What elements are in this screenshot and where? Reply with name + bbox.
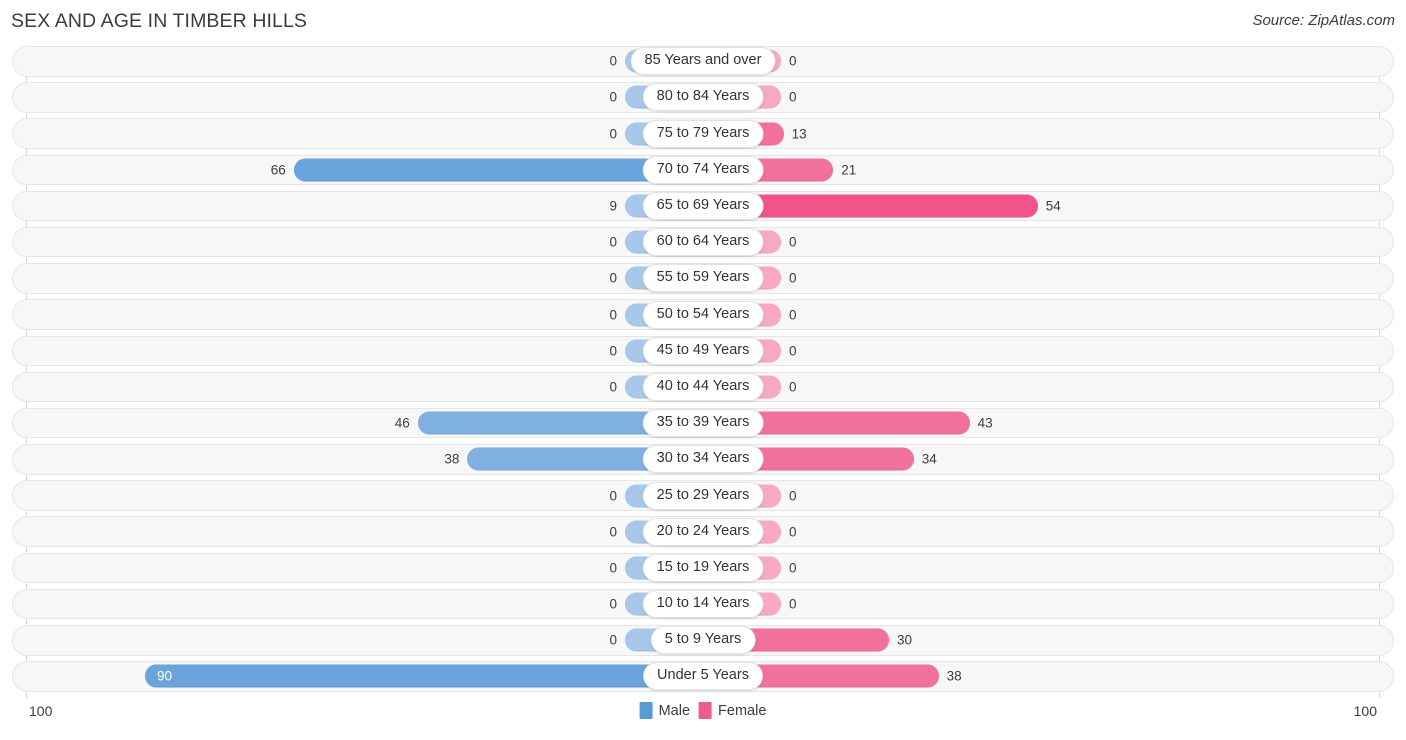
- age-group-label: Under 5 Years: [643, 662, 763, 691]
- male-value-label: 0: [609, 343, 617, 358]
- axis-tick-left: 100: [29, 703, 53, 719]
- table-row[interactable]: 0 0 50 to 54 Years: [12, 299, 1394, 330]
- male-bar[interactable]: [293, 158, 703, 182]
- chart-header: SEX AND AGE IN TIMBER HILLS Source: ZipA…: [0, 0, 1406, 46]
- page-title: SEX AND AGE IN TIMBER HILLS: [11, 10, 308, 32]
- age-group-label: 30 to 34 Years: [642, 445, 764, 474]
- male-value-label: 0: [609, 487, 617, 503]
- female-value-label: 34: [921, 451, 937, 467]
- chart-footer: 100 100 Male Female: [12, 698, 1394, 732]
- table-row[interactable]: 0 0 40 to 44 Years: [12, 371, 1394, 403]
- table-row[interactable]: 0 0 20 to 24 Years: [12, 516, 1394, 547]
- male-value-label: 0: [609, 53, 617, 69]
- male-value-label: 0: [609, 306, 617, 322]
- female-value-label: 0: [789, 596, 797, 612]
- table-row[interactable]: 46 43 35 to 39 Years: [12, 407, 1394, 439]
- table-row[interactable]: 0 30 5 to 9 Years: [12, 625, 1394, 656]
- table-row[interactable]: 0 0 85 Years and over: [12, 46, 1394, 77]
- age-group-label: 70 to 74 Years: [642, 155, 764, 184]
- age-group-label: 60 to 64 Years: [642, 228, 764, 257]
- table-row[interactable]: 0 0 80 to 84 Years: [12, 82, 1394, 113]
- female-value-label: 0: [789, 523, 797, 539]
- female-value-label: 38: [946, 668, 962, 684]
- male-value-label: 0: [609, 270, 617, 286]
- chart-legend: Male Female: [639, 702, 766, 719]
- table-row[interactable]: 38 34 30 to 34 Years: [12, 444, 1394, 475]
- age-group-label: 5 to 9 Years: [650, 626, 756, 655]
- source-attribution: Source: ZipAtlas.com: [1252, 12, 1395, 29]
- table-row[interactable]: 66 21 70 to 74 Years: [12, 154, 1394, 186]
- legend-swatch-female-icon: [699, 702, 713, 719]
- female-value-label: 0: [789, 89, 797, 105]
- age-group-label: 10 to 14 Years: [642, 590, 764, 619]
- age-group-label: 50 to 54 Years: [642, 300, 764, 329]
- table-row[interactable]: 0 0 45 to 49 Years: [12, 335, 1394, 366]
- table-row[interactable]: 0 0 15 to 19 Years: [12, 552, 1394, 584]
- female-value-label: 43: [977, 415, 993, 431]
- female-value-label: 0: [789, 560, 797, 576]
- age-group-label: 45 to 49 Years: [642, 336, 764, 365]
- female-value-label: 0: [789, 234, 797, 250]
- age-group-label: 35 to 39 Years: [642, 409, 764, 438]
- female-value-label: 21: [841, 162, 857, 178]
- male-value-label: 0: [609, 523, 617, 539]
- male-value-label: 0: [609, 379, 617, 395]
- table-row[interactable]: 0 0 60 to 64 Years: [12, 226, 1394, 258]
- male-value-label: 0: [609, 596, 617, 612]
- age-group-label: 20 to 24 Years: [642, 517, 764, 546]
- age-group-label: 40 to 44 Years: [642, 372, 764, 401]
- female-value-label: 0: [789, 270, 797, 286]
- age-group-label: 55 to 59 Years: [642, 264, 764, 293]
- male-bar[interactable]: [145, 664, 703, 688]
- male-value-label: 0: [609, 89, 617, 105]
- table-row[interactable]: 0 13 75 to 79 Years: [12, 118, 1394, 149]
- female-value-label: 54: [1045, 198, 1061, 214]
- age-group-label: 80 to 84 Years: [642, 83, 764, 112]
- male-value-label: 38: [444, 451, 460, 467]
- table-row[interactable]: 0 0 55 to 59 Years: [12, 263, 1394, 294]
- female-value-label: 0: [789, 53, 797, 69]
- legend-item-female[interactable]: Female: [699, 702, 766, 719]
- female-value-label: 13: [791, 125, 807, 141]
- female-value-label: 0: [789, 379, 797, 395]
- age-group-label: 75 to 79 Years: [642, 119, 764, 148]
- male-value-label: 46: [394, 415, 410, 431]
- legend-swatch-male-icon: [639, 702, 653, 719]
- female-value-label: 0: [789, 306, 797, 322]
- male-value-label: 0: [609, 125, 617, 141]
- male-value-label: 0: [609, 632, 617, 648]
- legend-label-female: Female: [718, 702, 767, 719]
- table-row[interactable]: 0 0 25 to 29 Years: [12, 480, 1394, 511]
- table-row[interactable]: 0 0 10 to 14 Years: [12, 588, 1394, 620]
- age-group-label: 85 Years and over: [630, 47, 776, 76]
- axis-tick-right: 100: [1353, 703, 1377, 719]
- age-group-label: 15 to 19 Years: [642, 553, 764, 582]
- population-pyramid-rows: 0 0 85 Years and over 0 0 80 to 84 Years 0 13 75…: [12, 46, 1394, 692]
- male-value-label: 66: [270, 162, 286, 178]
- table-row[interactable]: 90 38 Under 5 Years: [12, 661, 1394, 692]
- legend-item-male[interactable]: Male: [639, 702, 691, 719]
- male-value-label: 90: [157, 668, 173, 684]
- age-group-label: 65 to 69 Years: [642, 192, 764, 220]
- table-row[interactable]: 9 54 65 to 69 Years: [12, 190, 1394, 222]
- legend-label-male: Male: [658, 702, 691, 719]
- female-value-label: 30: [897, 632, 913, 648]
- age-group-label: 25 to 29 Years: [642, 481, 764, 510]
- male-value-label: 9: [609, 198, 617, 214]
- male-value-label: 0: [609, 234, 617, 250]
- chart-plot-area: 0 0 85 Years and over 0 0 80 to 84 Years 0 13 75…: [12, 46, 1394, 698]
- female-value-label: 0: [789, 343, 797, 358]
- male-value-label: 0: [609, 560, 617, 576]
- female-value-label: 0: [789, 487, 797, 503]
